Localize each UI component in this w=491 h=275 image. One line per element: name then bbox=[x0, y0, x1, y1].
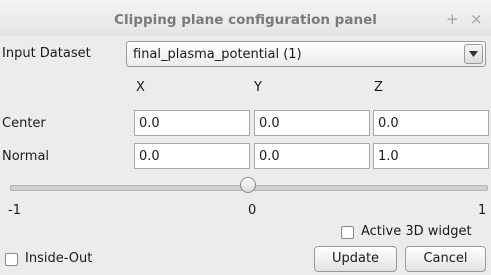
input-dataset-value: final_plasma_potential (1) bbox=[133, 47, 302, 62]
active-3d-widget-checkbox[interactable] bbox=[341, 226, 354, 239]
slider-min-label: -1 bbox=[8, 203, 21, 218]
update-button[interactable]: Update bbox=[314, 246, 397, 272]
offset-slider-handle[interactable] bbox=[240, 177, 256, 193]
center-label: Center bbox=[2, 116, 46, 131]
center-x-input[interactable] bbox=[134, 110, 250, 136]
inside-out-checkbox[interactable] bbox=[5, 253, 18, 266]
normal-z-input[interactable] bbox=[373, 143, 489, 169]
float-icon[interactable]: + bbox=[446, 10, 459, 28]
slider-max-label: 1 bbox=[478, 203, 487, 218]
dropdown-button[interactable] bbox=[464, 44, 483, 64]
input-dataset-dropdown[interactable]: final_plasma_potential (1) bbox=[126, 41, 486, 67]
normal-x-input[interactable] bbox=[134, 143, 250, 169]
normal-y-input[interactable] bbox=[254, 143, 370, 169]
title-bar: Clipping plane configuration panel + × bbox=[0, 0, 491, 36]
center-z-input[interactable] bbox=[373, 110, 489, 136]
slider-mid-label: 0 bbox=[248, 203, 257, 218]
column-header-x: X bbox=[136, 80, 145, 95]
cancel-button[interactable]: Cancel bbox=[405, 246, 486, 272]
normal-label: Normal bbox=[2, 149, 50, 164]
active-3d-widget-label: Active 3D widget bbox=[361, 224, 472, 239]
close-icon[interactable]: × bbox=[470, 10, 483, 28]
center-y-input[interactable] bbox=[254, 110, 370, 136]
column-header-z: Z bbox=[374, 80, 383, 95]
column-header-y: Y bbox=[254, 80, 262, 95]
window-title: Clipping plane configuration panel bbox=[114, 12, 377, 28]
chevron-down-icon bbox=[469, 51, 478, 57]
inside-out-label: Inside-Out bbox=[25, 251, 93, 266]
input-dataset-label: Input Dataset bbox=[2, 46, 91, 61]
